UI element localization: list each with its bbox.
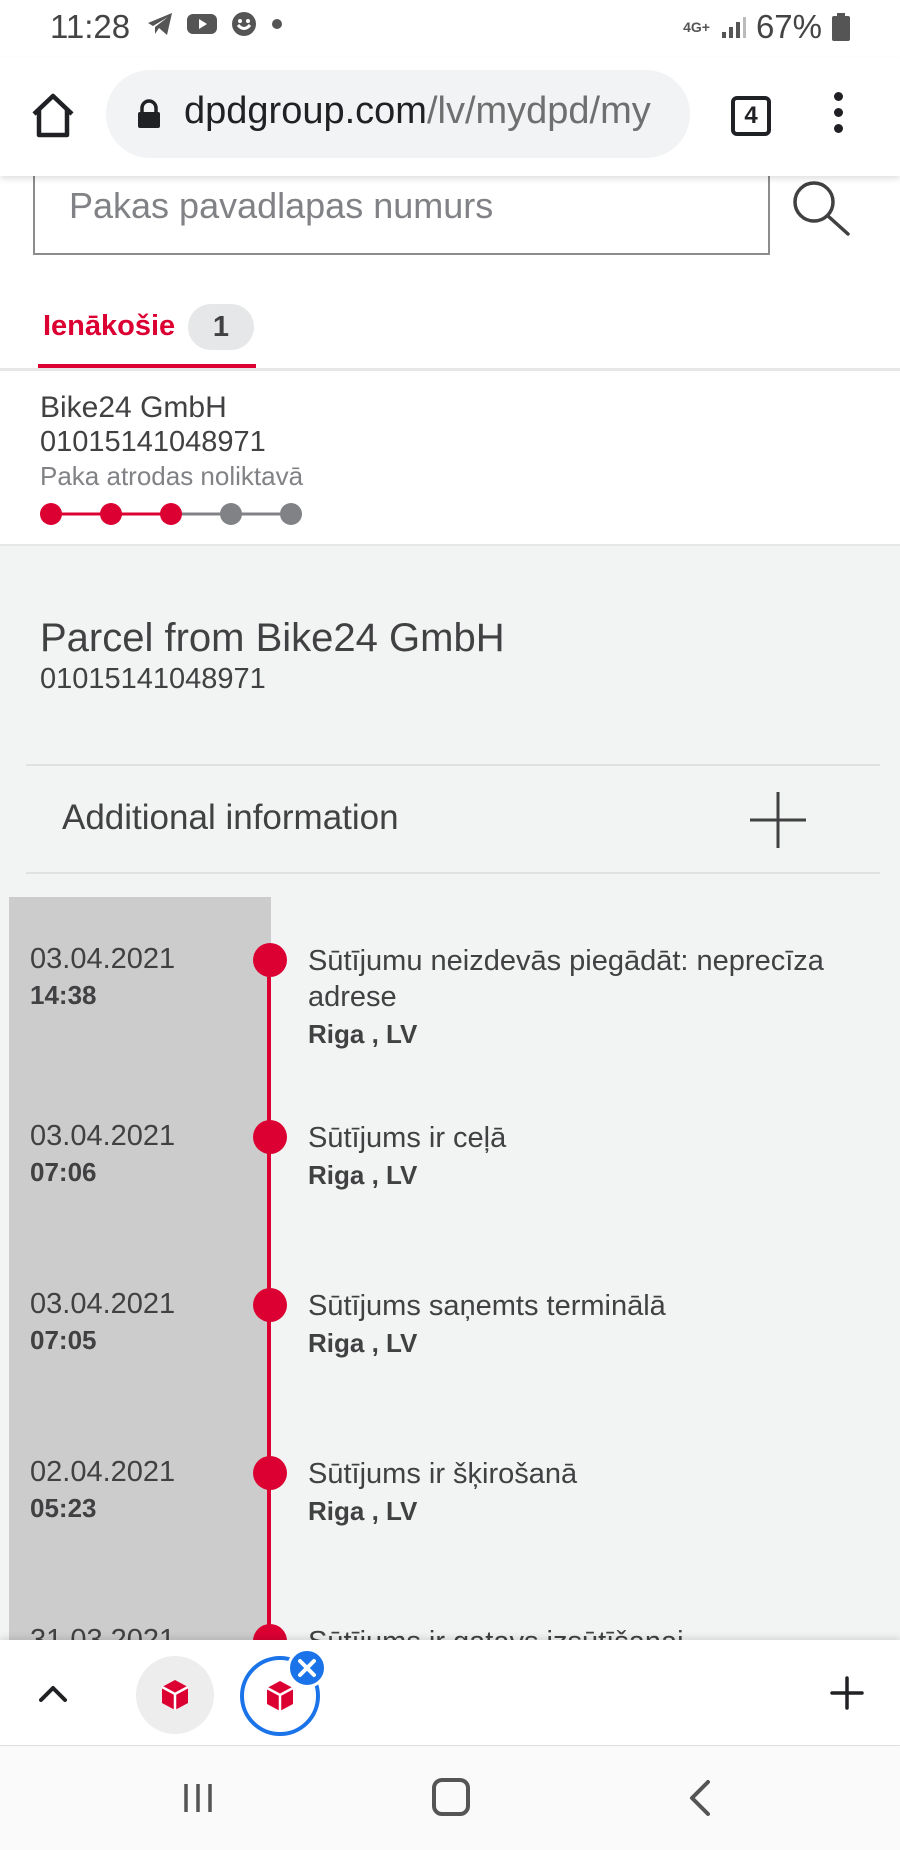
close-tab-icon[interactable]	[287, 1648, 327, 1688]
tab-switcher-button[interactable]: 4	[731, 96, 771, 136]
progress-step	[220, 503, 242, 525]
event-dot	[253, 1120, 287, 1154]
event-description: Sūtījums ir gatavs izsūtīšanai	[308, 1624, 828, 1640]
chevron-up-icon[interactable]	[36, 1676, 70, 1710]
parcel-number: 01015141048971	[40, 426, 266, 458]
additional-information-toggle[interactable]: Additional information	[26, 764, 880, 874]
progress-step	[280, 503, 302, 525]
app-icon	[232, 12, 256, 36]
event-date: 02.04.2021	[30, 1456, 176, 1488]
url-path: /lv/mydpd/my	[426, 90, 651, 132]
additional-information-label: Additional information	[62, 798, 399, 837]
overflow-menu-icon[interactable]	[830, 92, 846, 142]
status-right: 4G+ 67%	[683, 8, 850, 46]
tab-incoming[interactable]: Ienākošie 1	[38, 300, 256, 368]
detail-parcel-number: 01015141048971	[40, 663, 266, 695]
url-host: dpdgroup.com	[184, 90, 427, 132]
event-place: Riga , LV	[308, 1496, 418, 1526]
event-time: 05:23	[30, 1493, 97, 1523]
event-description: Sūtījumu neizdevās piegādāt: neprecīza a…	[308, 945, 824, 1013]
new-tab-plus-icon[interactable]	[830, 1676, 864, 1710]
tab-incoming-label: Ienākošie	[43, 310, 176, 342]
event-time: 07:06	[30, 1157, 97, 1187]
detail-title: Parcel from Bike24 GmbH	[40, 616, 505, 660]
address-bar[interactable]: dpdgroup.com/lv/mydpd/my	[106, 70, 690, 158]
status-time: 11:28	[50, 8, 131, 45]
signal-icon	[721, 17, 746, 38]
parcel-status: Paka atrodas noliktavā	[40, 461, 304, 491]
telegram-icon	[148, 13, 172, 35]
home-icon[interactable]	[28, 90, 78, 140]
event-date: 03.04.2021	[30, 1120, 176, 1152]
event-place: Riga , LV	[308, 1019, 418, 1049]
system-navigation-bar	[0, 1745, 900, 1850]
recents-icon[interactable]	[180, 1780, 216, 1816]
url-text: dpdgroup.com/lv/mydpd/my	[184, 90, 651, 133]
incoming-count-badge: 1	[188, 304, 254, 350]
status-bar: 11:28 4G+ 67%	[0, 0, 900, 58]
battery-icon	[832, 13, 850, 41]
event-date: 31.03.2021	[30, 1624, 176, 1640]
parcel-detail-panel: Parcel from Bike24 GmbH 01015141048971 A…	[0, 546, 900, 1640]
tab-thumbnail-1[interactable]	[136, 1656, 214, 1734]
event-description: Sūtījums saņemts terminālā	[308, 1290, 666, 1322]
event-description: Sūtījums ir ceļā	[308, 1122, 507, 1154]
event-dot	[253, 1288, 287, 1322]
dot-icon	[272, 19, 282, 29]
parcel-progress	[40, 503, 302, 525]
event-date: 03.04.2021	[30, 943, 176, 975]
progress-step	[40, 503, 62, 525]
event-dot	[253, 943, 287, 977]
dpd-cube-icon	[161, 1680, 189, 1710]
parcel-list-item[interactable]: Bike24 GmbH 01015141048971 Paka atrodas …	[0, 371, 900, 546]
event-dot	[253, 1456, 287, 1490]
event-place: Riga , LV	[308, 1328, 418, 1358]
progress-step	[100, 503, 122, 525]
network-icon: 4G+	[683, 19, 710, 35]
browser-toolbar: dpdgroup.com/lv/mydpd/my 4	[0, 58, 900, 176]
event-description: Sūtījums ir šķirošanā	[308, 1458, 578, 1490]
search-placeholder: Pakas pavadlapas numurs	[69, 185, 494, 226]
search-icon[interactable]	[788, 176, 852, 240]
event-place: Riga , LV	[308, 1160, 418, 1190]
battery-percent: 67%	[755, 8, 822, 45]
back-icon[interactable]	[686, 1778, 714, 1818]
event-time: 14:38	[30, 980, 97, 1010]
notification-icons	[146, 10, 284, 38]
youtube-icon	[187, 14, 217, 34]
expand-plus-icon	[750, 792, 806, 848]
lock-icon	[138, 99, 160, 128]
bottom-tab-strip	[0, 1640, 900, 1745]
event-time: 07:05	[30, 1325, 97, 1355]
home-button-icon[interactable]	[432, 1778, 470, 1816]
event-date: 03.04.2021	[30, 1288, 176, 1320]
parcel-sender: Bike24 GmbH	[40, 391, 227, 424]
parcel-number-input[interactable]: Pakas pavadlapas numurs	[33, 165, 770, 255]
progress-step	[160, 503, 182, 525]
